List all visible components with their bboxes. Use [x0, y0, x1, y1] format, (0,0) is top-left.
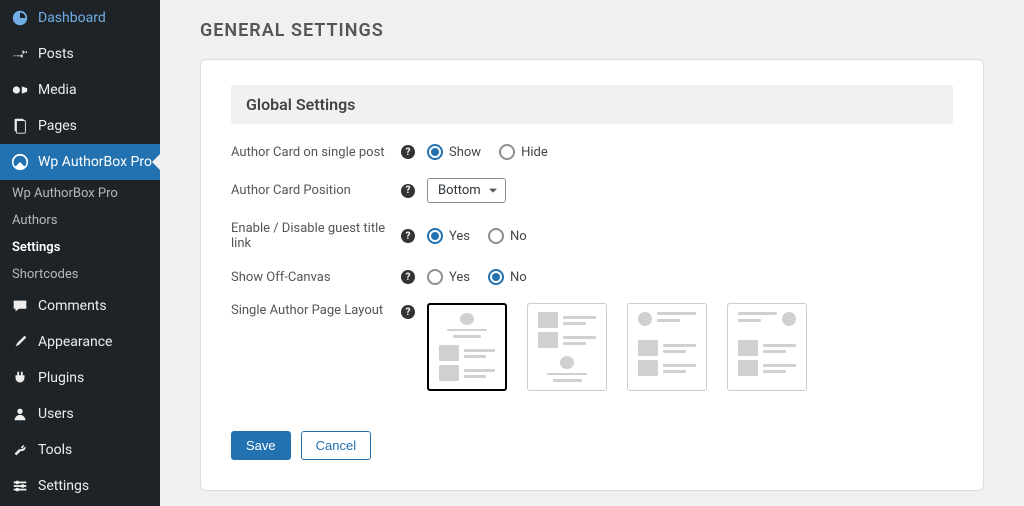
sidebar-item-users[interactable]: Users [0, 396, 160, 432]
radio-icon [488, 228, 504, 244]
radio-group-offcanvas: Yes No [427, 269, 527, 285]
button-row: Save Cancel [231, 431, 953, 460]
sidebar-item-posts[interactable]: Posts [0, 36, 160, 72]
radio-icon [427, 144, 443, 160]
sidebar-item-label: Comments [38, 298, 107, 314]
save-button[interactable]: Save [231, 431, 291, 460]
section-header: Global Settings [231, 85, 953, 124]
page-icon [10, 116, 30, 136]
row-single-layout: Single Author Page Layout ? [231, 303, 953, 391]
sidebar-item-label: Settings [38, 478, 89, 494]
submenu-item-authors[interactable]: Authors [0, 207, 160, 234]
radio-option-no[interactable]: No [488, 269, 527, 285]
radio-icon [488, 269, 504, 285]
sidebar-item-label: Appearance [38, 334, 112, 350]
sidebar-item-authorbox[interactable]: Wp AuthorBox Pro [0, 144, 160, 180]
radio-label: Yes [449, 270, 470, 285]
main-content: GENERAL SETTINGS Global Settings Author … [160, 0, 1024, 506]
submenu-item-settings[interactable]: Settings [0, 234, 160, 261]
radio-option-hide[interactable]: Hide [499, 144, 548, 160]
radio-option-yes[interactable]: Yes [427, 269, 470, 285]
admin-sidebar: Dashboard Posts Media Pages Wp AuthorBox… [0, 0, 160, 506]
radio-group-guest-title: Yes No [427, 228, 527, 244]
layout-option-4[interactable] [727, 303, 807, 391]
radio-label: No [510, 229, 527, 244]
field-label: Show Off-Canvas [231, 270, 401, 285]
page-title: GENERAL SETTINGS [200, 20, 984, 41]
row-guest-title-link: Enable / Disable guest title link ? Yes … [231, 221, 953, 251]
row-author-card-position: Author Card Position ? Bottom [231, 178, 953, 203]
settings-card: Global Settings Author Card on single po… [200, 59, 984, 491]
wrench-icon [10, 440, 30, 460]
sidebar-item-tools[interactable]: Tools [0, 432, 160, 468]
position-select[interactable]: Bottom [427, 178, 506, 203]
user-icon [10, 404, 30, 424]
help-icon[interactable]: ? [401, 229, 415, 243]
sidebar-item-label: Posts [38, 46, 74, 62]
radio-label: No [510, 270, 527, 285]
radio-label: Hide [521, 145, 548, 160]
comment-icon [10, 296, 30, 316]
sidebar-item-label: Pages [38, 118, 77, 134]
sidebar-item-comments[interactable]: Comments [0, 288, 160, 324]
sidebar-item-plugins[interactable]: Plugins [0, 360, 160, 396]
layout-option-2[interactable] [527, 303, 607, 391]
help-icon[interactable]: ? [401, 305, 415, 319]
submenu-item-shortcodes[interactable]: Shortcodes [0, 261, 160, 288]
sidebar-item-dashboard[interactable]: Dashboard [0, 0, 160, 36]
sidebar-item-label: Tools [38, 442, 72, 458]
sidebar-item-appearance[interactable]: Appearance [0, 324, 160, 360]
field-label: Author Card on single post [231, 145, 401, 160]
radio-label: Yes [449, 229, 470, 244]
sidebar-item-label: Plugins [38, 370, 84, 386]
field-label: Author Card Position [231, 183, 401, 198]
layout-option-1[interactable] [427, 303, 507, 391]
field-label: Enable / Disable guest title link [231, 221, 401, 251]
sidebar-item-settings[interactable]: Settings [0, 468, 160, 504]
sidebar-item-label: Users [38, 406, 74, 422]
radio-option-show[interactable]: Show [427, 144, 481, 160]
submenu-item-authorbox[interactable]: Wp AuthorBox Pro [0, 180, 160, 207]
sidebar-item-label: Wp AuthorBox Pro [38, 154, 152, 170]
sidebar-item-media[interactable]: Media [0, 72, 160, 108]
radio-icon [427, 228, 443, 244]
plug-icon [10, 368, 30, 388]
radio-group-author-card: Show Hide [427, 144, 548, 160]
pin-icon [10, 44, 30, 64]
cancel-button[interactable]: Cancel [301, 431, 371, 460]
sliders-icon [10, 476, 30, 496]
authorbox-icon [10, 152, 30, 172]
media-icon [10, 80, 30, 100]
row-show-offcanvas: Show Off-Canvas ? Yes No [231, 269, 953, 285]
layout-option-3[interactable] [627, 303, 707, 391]
radio-icon [427, 269, 443, 285]
select-value: Bottom [438, 183, 481, 198]
radio-icon [499, 144, 515, 160]
radio-label: Show [449, 145, 481, 160]
dashboard-icon [10, 8, 30, 28]
brush-icon [10, 332, 30, 352]
sidebar-item-label: Dashboard [38, 10, 106, 26]
sidebar-item-pages[interactable]: Pages [0, 108, 160, 144]
help-icon[interactable]: ? [401, 270, 415, 284]
layout-options [427, 303, 807, 391]
radio-option-yes[interactable]: Yes [427, 228, 470, 244]
help-icon[interactable]: ? [401, 184, 415, 198]
field-label: Single Author Page Layout [231, 303, 401, 318]
sidebar-item-label: Media [38, 82, 77, 98]
help-icon[interactable]: ? [401, 145, 415, 159]
row-author-card-single: Author Card on single post ? Show Hide [231, 144, 953, 160]
radio-option-no[interactable]: No [488, 228, 527, 244]
